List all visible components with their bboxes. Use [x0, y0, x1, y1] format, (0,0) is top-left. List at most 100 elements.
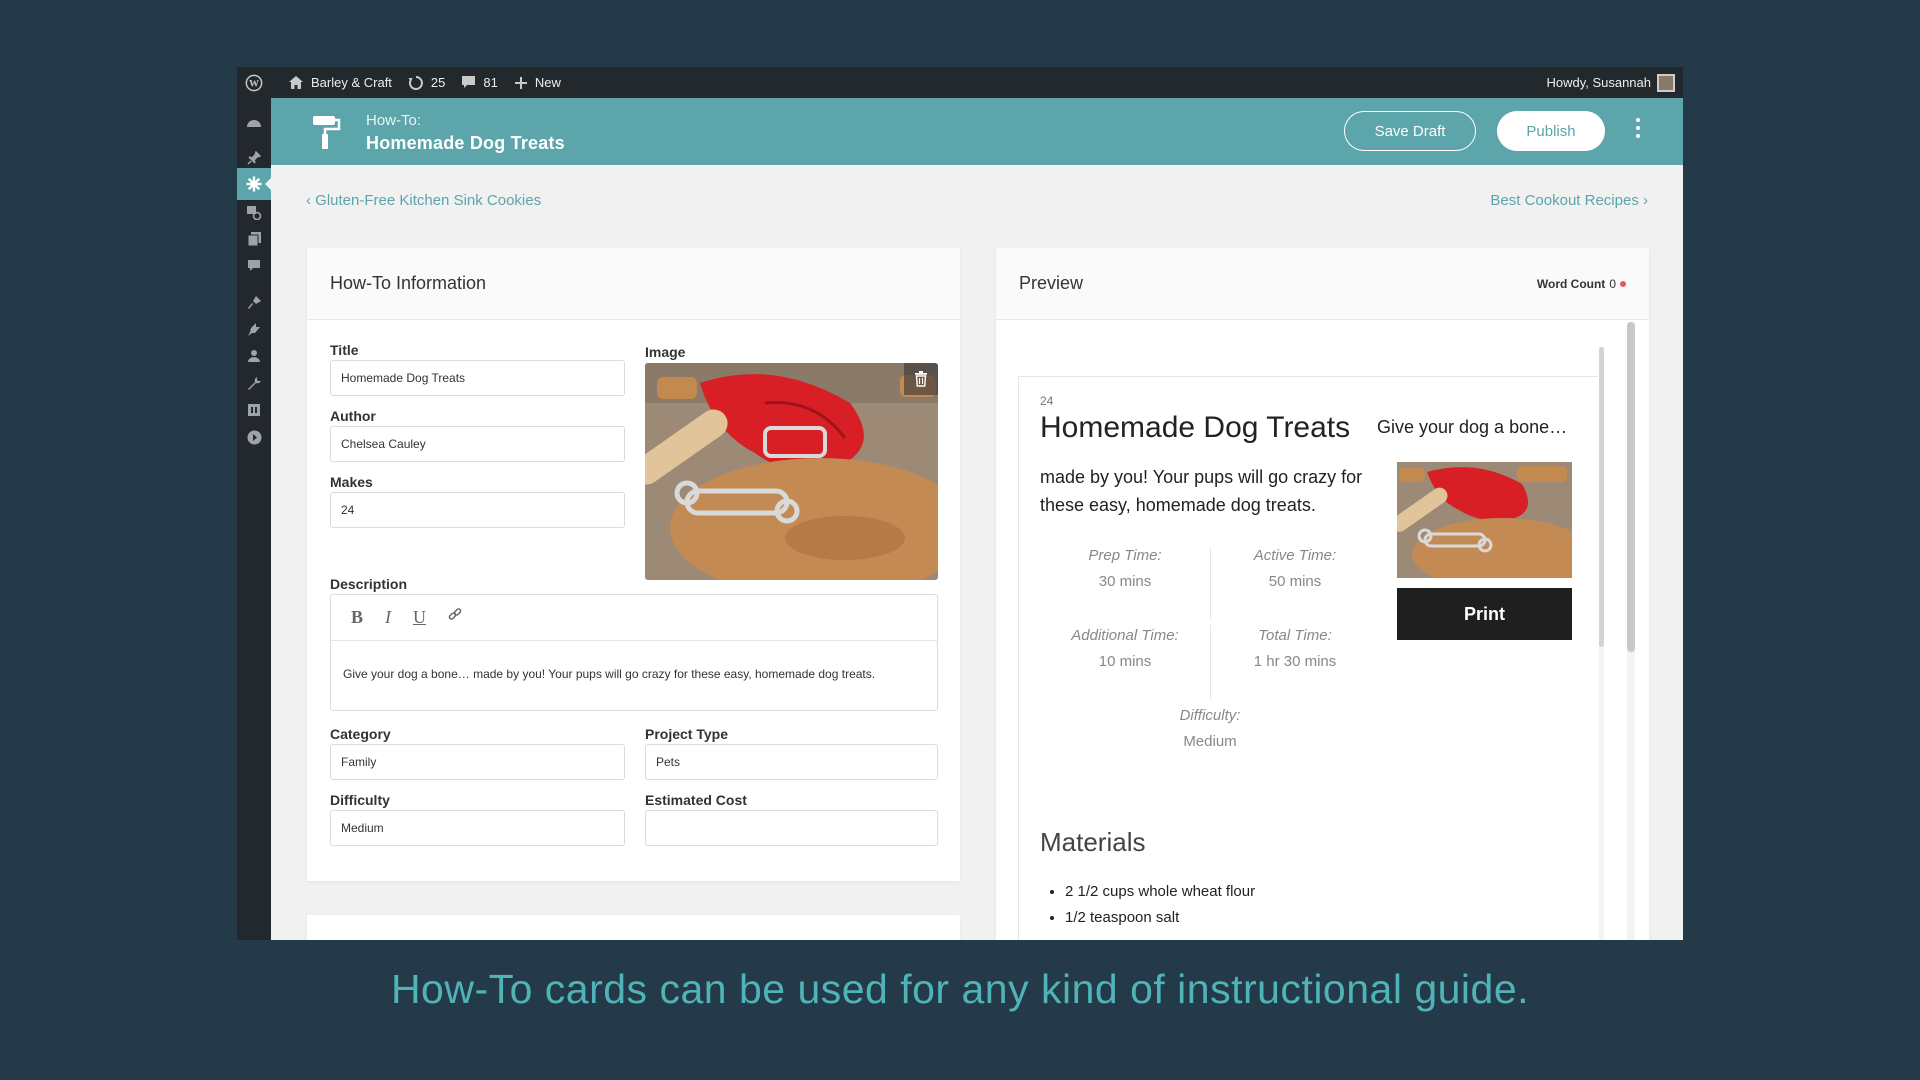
description-label: Description: [330, 576, 408, 592]
active-time-value: 50 mins: [1268, 573, 1322, 590]
home-icon: [289, 76, 303, 89]
new-content-link[interactable]: New: [506, 67, 569, 98]
preview-heading: Preview: [1019, 273, 1084, 293]
panel-heading: How-To Information: [307, 248, 960, 320]
divider: [1210, 547, 1211, 619]
preview-scrollbar[interactable]: [1627, 322, 1635, 940]
active-time: Active Time: 50 mins: [1210, 547, 1380, 590]
word-count: Word Count 0: [1537, 277, 1626, 291]
title-label: Title: [330, 342, 359, 358]
preview-panel: Preview Word Count 0 24 Homemade Dog Tre…: [996, 248, 1649, 940]
underline-button[interactable]: U: [413, 607, 426, 628]
greeting: Howdy, Susannah: [1546, 75, 1651, 90]
print-button[interactable]: Print: [1397, 588, 1572, 640]
editor-header: How-To: Homemade Dog Treats Save Draft P…: [271, 98, 1683, 165]
new-label: New: [534, 75, 561, 90]
card-difficulty-value: Medium: [1183, 733, 1237, 750]
description-text[interactable]: Give your dog a bone… made by you! Your …: [331, 641, 937, 681]
difficulty-field[interactable]: Medium: [330, 810, 625, 846]
account-menu[interactable]: Howdy, Susannah: [1546, 67, 1675, 98]
link-icon: [448, 608, 462, 620]
additional-time-label: Additional Time:: [1071, 627, 1179, 644]
materials-heading: Materials: [1040, 827, 1146, 857]
makes-field[interactable]: 24: [330, 492, 625, 528]
admin-bar: W Barley & Craft 25 81 New Howdy, Susann…: [237, 67, 1683, 98]
avatar: [1657, 73, 1675, 92]
additional-time: Additional Time: 10 mins: [1040, 627, 1210, 670]
total-time-label: Total Time:: [1258, 627, 1332, 644]
updates-link[interactable]: 25: [400, 67, 453, 98]
active-time-label: Active Time:: [1253, 547, 1337, 564]
comment-icon: [462, 76, 476, 88]
remove-image-button[interactable]: [904, 363, 938, 395]
admin-sidebar: [237, 98, 271, 940]
formatting-toolbar: B I U: [331, 595, 937, 641]
italic-button[interactable]: I: [385, 607, 391, 628]
word-count-value: 0: [1609, 276, 1616, 291]
makes-label: Makes: [330, 474, 373, 490]
dog-treats-photo: [645, 363, 938, 580]
total-time-value: 1 hr 30 mins: [1253, 653, 1337, 670]
more-options-icon[interactable]: [1633, 118, 1643, 144]
card-description-start: Give your dog a bone…: [1377, 417, 1568, 437]
link-button[interactable]: [448, 608, 462, 627]
save-draft-button[interactable]: Save Draft: [1344, 111, 1476, 151]
title-field[interactable]: Homemade Dog Treats: [330, 360, 625, 396]
word-count-status-dot: [1620, 280, 1626, 287]
card-difficulty-label: Difficulty:: [1179, 707, 1241, 724]
previous-post-label: Gluten-Free Kitchen Sink Cookies: [315, 192, 542, 209]
comments-count: 81: [483, 75, 498, 90]
category-label: Category: [330, 726, 391, 742]
wordpress-icon: W: [245, 74, 263, 91]
image-label: Image: [645, 344, 686, 360]
card-scrollbar[interactable]: [1599, 347, 1604, 940]
author-label: Author: [330, 408, 376, 424]
project-type-label: Project Type: [645, 726, 728, 742]
next-post-link[interactable]: Best Cookout Recipes ›: [1490, 192, 1648, 209]
comments-link[interactable]: 81: [453, 67, 505, 98]
app-window: W Barley & Craft 25 81 New Howdy, Susann…: [237, 67, 1683, 940]
plus-icon: [514, 76, 527, 89]
list-item: 1/2 teaspoon salt: [1065, 905, 1255, 931]
next-panel: [307, 915, 960, 940]
estimated-cost-field[interactable]: [645, 810, 938, 846]
prep-time: Prep Time: 30 mins: [1040, 547, 1210, 590]
bold-button[interactable]: B: [351, 607, 363, 628]
wordpress-logo-button[interactable]: W: [237, 67, 280, 98]
featured-image[interactable]: [645, 363, 938, 580]
difficulty-label: Difficulty: [330, 792, 390, 808]
dashboard-icon[interactable]: [237, 106, 271, 138]
additional-time-value: 10 mins: [1098, 653, 1152, 670]
paint-roller-icon: [313, 116, 341, 149]
trash-icon: [915, 371, 927, 387]
author-field[interactable]: Chelsea Cauley: [330, 426, 625, 462]
updates-count: 25: [430, 75, 446, 90]
materials-list: 2 1/2 cups whole wheat flour 1/2 teaspoo…: [1065, 879, 1255, 931]
card-description: made by you! Your pups will go crazy for…: [1040, 467, 1363, 515]
svg-text:W: W: [249, 78, 259, 89]
howto-information-panel: How-To Information Title Homemade Dog Tr…: [307, 248, 960, 881]
prep-time-value: 30 mins: [1098, 573, 1152, 590]
publish-button[interactable]: Publish: [1497, 111, 1605, 151]
updates-icon: [408, 75, 423, 90]
divider: [1210, 625, 1211, 699]
card-difficulty: Difficulty: Medium: [1125, 707, 1295, 750]
card-image: [1397, 462, 1572, 578]
caption: How-To cards can be used for any kind of…: [390, 966, 1530, 1012]
page-title: Homemade Dog Treats: [366, 133, 565, 153]
card-title: Homemade Dog Treats: [1040, 411, 1351, 444]
site-name: Barley & Craft: [311, 75, 392, 90]
next-post-label: Best Cookout Recipes: [1490, 192, 1639, 209]
word-count-label: Word Count: [1536, 276, 1606, 291]
site-name-link[interactable]: Barley & Craft: [280, 67, 400, 98]
project-type-field[interactable]: Pets: [645, 744, 938, 780]
category-field[interactable]: Family: [330, 744, 625, 780]
total-time: Total Time: 1 hr 30 mins: [1210, 627, 1380, 670]
post-type-label: How-To:: [366, 112, 422, 129]
comments-menu-icon[interactable]: [237, 250, 271, 282]
howto-card: 24 Homemade Dog Treats Give your dog a b…: [1018, 376, 1598, 940]
estimated-cost-label: Estimated Cost: [645, 792, 747, 808]
previous-post-link[interactable]: ‹ Gluten-Free Kitchen Sink Cookies: [306, 192, 541, 209]
collapse-menu-icon[interactable]: [237, 421, 271, 453]
description-editor[interactable]: B I U Give your dog a bone… made by you!…: [330, 594, 938, 711]
